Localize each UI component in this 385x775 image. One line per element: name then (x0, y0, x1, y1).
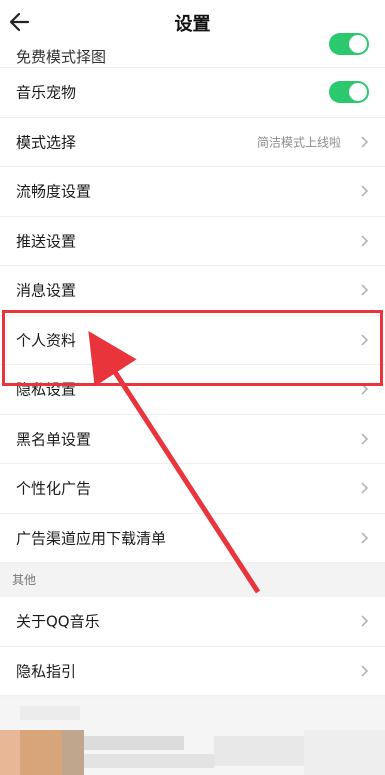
setting-row-privacy-guide[interactable]: 隐私指引 (0, 646, 385, 696)
setting-row-mode-select[interactable]: 模式选择 简洁模式上线啦 (0, 117, 385, 167)
chevron-right-icon (361, 665, 369, 677)
page-title: 设置 (174, 14, 211, 35)
setting-label: 关于QQ音乐 (16, 612, 100, 631)
setting-label: 消息设置 (16, 281, 77, 300)
setting-label: 隐私设置 (16, 380, 77, 399)
setting-row-personalized-ads[interactable]: 个性化广告 (0, 464, 385, 514)
setting-label: 免费模式择图 (16, 48, 107, 66)
setting-row-push[interactable]: 推送设置 (0, 216, 385, 266)
setting-label: 广告渠道应用下载清单 (16, 529, 167, 548)
chevron-right-icon (361, 284, 369, 296)
chevron-right-icon (361, 482, 369, 494)
setting-row-profile[interactable]: 个人资料 (0, 315, 385, 365)
setting-row-message[interactable]: 消息设置 (0, 266, 385, 316)
setting-row-ad-download-list[interactable]: 广告渠道应用下载清单 (0, 513, 385, 563)
free-mode-toggle[interactable] (329, 33, 369, 55)
setting-label: 隐私指引 (16, 662, 77, 681)
blurred-region (0, 700, 385, 775)
settings-list: 免费模式择图 音乐宠物 模式选择 简洁模式上线啦 流畅度设置 推送设置 消息设置… (0, 33, 385, 696)
setting-row-smoothness[interactable]: 流畅度设置 (0, 167, 385, 217)
section-header-other: 其他 (0, 563, 385, 597)
setting-value: 简洁模式上线啦 (256, 135, 341, 150)
chevron-right-icon (361, 334, 369, 346)
chevron-right-icon (361, 185, 369, 197)
chevron-right-icon (361, 532, 369, 544)
chevron-right-icon (361, 235, 369, 247)
header-bar: 设置 (0, 0, 385, 44)
setting-label: 流畅度设置 (16, 182, 92, 201)
setting-row-about[interactable]: 关于QQ音乐 (0, 597, 385, 647)
setting-label: 模式选择 (16, 133, 77, 152)
chevron-right-icon (361, 615, 369, 627)
setting-row-privacy[interactable]: 隐私设置 (0, 365, 385, 415)
chevron-right-icon (361, 383, 369, 395)
setting-label: 推送设置 (16, 232, 77, 251)
toggle-knob (349, 35, 367, 53)
toggle-knob (349, 83, 367, 102)
music-pet-toggle[interactable] (329, 81, 369, 104)
setting-row-free-mode[interactable]: 免费模式择图 (0, 33, 385, 68)
chevron-right-icon (361, 136, 369, 148)
setting-label: 个性化广告 (16, 479, 92, 498)
chevron-right-icon (361, 433, 369, 445)
setting-label: 个人资料 (16, 331, 77, 350)
setting-label: 音乐宠物 (16, 83, 77, 102)
setting-row-blacklist[interactable]: 黑名单设置 (0, 414, 385, 464)
setting-row-music-pet[interactable]: 音乐宠物 (0, 68, 385, 118)
setting-label: 黑名单设置 (16, 430, 92, 449)
